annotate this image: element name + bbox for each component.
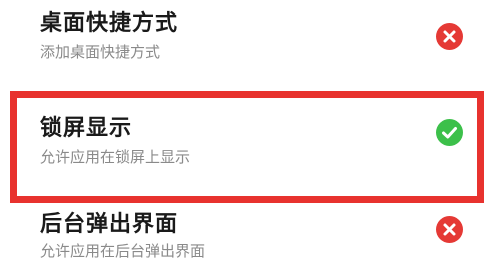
permission-title: 锁屏显示 — [40, 116, 133, 141]
permission-row-background-popup[interactable]: 后台弹出界面 允许应用在后台弹出界面 — [0, 196, 500, 268]
check-circle-icon[interactable] — [436, 119, 463, 146]
permission-row-lock-screen-display[interactable]: 锁屏显示 允许应用在锁屏上显示 — [0, 96, 500, 194]
denied-status-glyph — [436, 216, 463, 243]
x-circle-icon[interactable] — [436, 216, 463, 243]
x-circle-icon[interactable] — [436, 23, 463, 50]
allowed-status-glyph — [436, 119, 463, 146]
permission-row-desktop-shortcut[interactable]: 桌面快捷方式 添加桌面快捷方式 — [0, 0, 500, 80]
permission-settings-screen: 桌面快捷方式 添加桌面快捷方式 锁屏显示 允许应用在锁屏上显示 后台弹出界面 允… — [0, 0, 500, 268]
permission-description: 允许应用在锁屏上显示 — [40, 148, 191, 166]
permission-description: 允许应用在后台弹出界面 — [40, 242, 206, 260]
permission-description: 添加桌面快捷方式 — [40, 43, 161, 61]
permission-title: 桌面快捷方式 — [40, 11, 179, 36]
denied-status-glyph — [436, 23, 463, 50]
permission-title: 后台弹出界面 — [40, 212, 179, 237]
